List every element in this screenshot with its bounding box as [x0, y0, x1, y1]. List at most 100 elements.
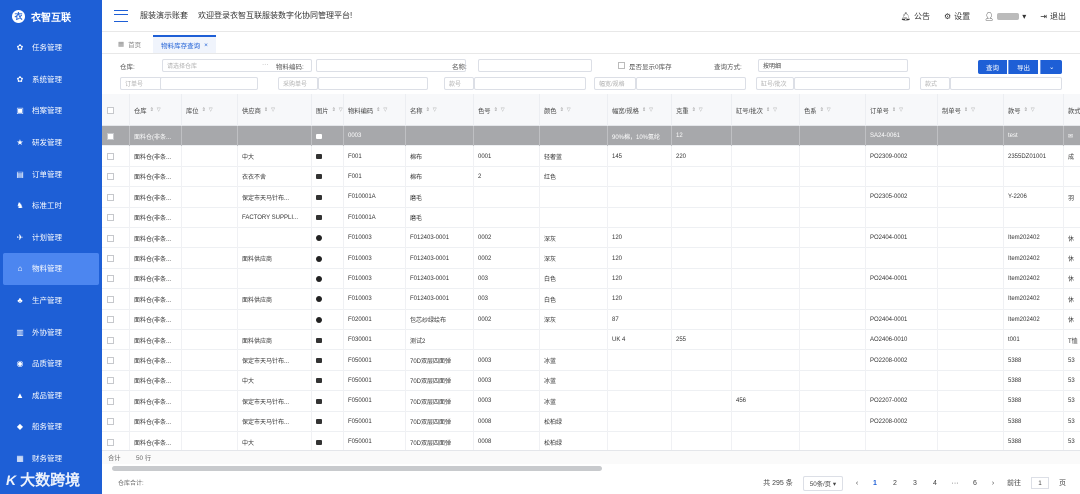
table-row[interactable]: 面料仓(非条... 面料供应商 F030001 测试2 UK 4 255 AO2406-00… — [102, 330, 1080, 351]
sidebar-item-2[interactable]: ▣ 档案管理 — [0, 95, 102, 127]
purchase-no-input[interactable] — [318, 77, 428, 90]
image-icon[interactable] — [316, 358, 322, 364]
order-no-input[interactable] — [160, 77, 258, 90]
user-menu[interactable]: 👤︎ ▾ — [984, 12, 1026, 21]
table-row[interactable]: 面料仓(非条... FACTORY SUPPLI... F010001A 磨毛 — [102, 207, 1080, 228]
more-actions-button[interactable]: ⌄ — [1040, 60, 1063, 74]
sort-icon[interactable]: ⇕ — [1024, 107, 1028, 113]
column-header[interactable]: 缸号/批次 ⇕ ▽ — [732, 94, 800, 126]
filter-icon[interactable]: ▽ — [971, 107, 975, 113]
column-header[interactable]: 仓库 ⇕ ▽ — [130, 94, 182, 126]
sort-icon[interactable]: ⇕ — [426, 107, 430, 113]
row-checkbox[interactable] — [107, 132, 114, 140]
image-icon[interactable] — [316, 439, 322, 445]
column-header[interactable]: 色系 ⇕ ▽ — [800, 94, 866, 126]
style-no-select[interactable]: 款号 — [444, 77, 474, 90]
row-checkbox[interactable] — [107, 438, 114, 446]
close-icon[interactable]: × — [204, 42, 208, 49]
zero-stock-checkbox[interactable] — [618, 62, 625, 69]
sidebar-item-8[interactable]: ♣ 生产管理 — [0, 285, 102, 317]
sort-icon[interactable]: ⇕ — [766, 107, 770, 113]
row-checkbox[interactable] — [107, 193, 114, 201]
sort-icon[interactable]: ⇕ — [692, 107, 696, 113]
column-header[interactable]: 订单号 ⇕ ▽ — [866, 94, 938, 126]
lot-select[interactable]: 缸号/批次 — [756, 77, 794, 90]
filter-icon[interactable]: ▽ — [501, 107, 505, 113]
column-header[interactable]: 图片 ⇕ ▽ — [312, 94, 344, 126]
query-button[interactable]: 查询 — [978, 60, 1007, 74]
image-icon[interactable] — [316, 194, 322, 200]
table-row[interactable]: 面料仓(非条... 保定市天马针布... F050001 70D双层四面弹 0003 冰蓝… — [102, 350, 1080, 371]
row-checkbox[interactable] — [107, 234, 114, 242]
image-placeholder-icon[interactable] — [316, 235, 322, 242]
sidebar-item-7[interactable]: ⌂ 物料管理 — [3, 253, 99, 285]
sort-icon[interactable]: ⇕ — [150, 107, 154, 113]
row-checkbox[interactable] — [107, 275, 114, 283]
table-row[interactable]: 面料仓(非条... F020001 包芯纱绿绘布 0002 深灰 87 PO2404-000… — [102, 309, 1080, 330]
sort-icon[interactable]: ⇕ — [560, 107, 564, 113]
sidebar-item-0[interactable]: ✿ 任务管理 — [0, 32, 102, 64]
sidebar-item-4[interactable]: ▤ 订单管理 — [0, 158, 102, 190]
filter-icon[interactable]: ▽ — [1031, 107, 1035, 113]
image-icon[interactable] — [316, 133, 322, 139]
sort-icon[interactable]: ⇕ — [332, 107, 336, 113]
table-row[interactable]: 面料仓(非条... 中大 F050001 70D双层四面弹 0008 松柏绿 5388 53 — [102, 432, 1080, 450]
menu-fold-icon[interactable] — [114, 9, 128, 22]
image-icon[interactable] — [316, 398, 322, 404]
settings-button[interactable]: ⚙ 设置 — [944, 11, 970, 22]
column-header[interactable]: 颜色 ⇕ ▽ — [540, 94, 608, 126]
column-header[interactable]: 款式⇕▽ — [1064, 94, 1080, 126]
filter-icon[interactable]: ▽ — [649, 107, 653, 113]
table-row[interactable]: 面料仓(非条... 保定市天马针布... F050001 70D双层四面弹 0003 冰蓝… — [102, 391, 1080, 412]
sidebar-item-12[interactable]: ◆ 船务管理 — [0, 411, 102, 443]
style-type-select[interactable]: 款式 — [920, 77, 950, 90]
table-row[interactable]: 面料仓(非条... 保定市天马针布... F010001A 磨毛 PO2305-0002… — [102, 187, 1080, 208]
filter-icon[interactable]: ▽ — [567, 107, 571, 113]
image-icon[interactable] — [316, 419, 322, 425]
row-checkbox[interactable] — [107, 153, 114, 161]
row-checkbox[interactable] — [107, 255, 114, 263]
purchase-no-select[interactable]: 采购单号 — [278, 77, 318, 90]
table-row[interactable]: 面料仓(非条... 衣衣不舍 F001 棉布 2 红色 — [102, 166, 1080, 188]
row-checkbox[interactable] — [107, 214, 114, 222]
column-header[interactable]: 幅宽/规格 ⇕ ▽ — [608, 94, 672, 126]
image-icon[interactable] — [316, 337, 322, 343]
sidebar-item-5[interactable]: ♞ 标准工时 — [0, 190, 102, 222]
name-input[interactable] — [478, 59, 592, 72]
table-row[interactable]: 面料仓(非条... 保定市天马针布... F050001 70D双层四面弹 0008 松柏… — [102, 411, 1080, 432]
filter-icon[interactable]: ▽ — [827, 107, 831, 113]
sort-icon[interactable]: ⇕ — [264, 107, 268, 113]
row-checkbox[interactable] — [107, 397, 114, 405]
sidebar-item-6[interactable]: ✈ 计划管理 — [0, 222, 102, 254]
row-checkbox[interactable] — [107, 418, 114, 426]
image-icon[interactable] — [316, 174, 322, 180]
order-no-select[interactable]: 订单号 — [120, 77, 162, 90]
row-checkbox[interactable] — [107, 336, 114, 344]
image-icon[interactable] — [316, 215, 322, 221]
style-type-input[interactable] — [950, 77, 1062, 90]
sort-icon[interactable]: ⇕ — [202, 107, 206, 113]
filter-icon[interactable]: ▽ — [699, 107, 703, 113]
row-checkbox[interactable] — [107, 377, 114, 385]
sort-icon[interactable]: ⇕ — [964, 107, 968, 113]
sort-icon[interactable]: ⇕ — [820, 107, 824, 113]
sidebar-item-3[interactable]: ★ 研发管理 — [0, 127, 102, 159]
spec-input[interactable] — [636, 77, 746, 90]
row-checkbox[interactable] — [107, 173, 114, 181]
spec-select[interactable]: 幅宽/规格 — [594, 77, 636, 90]
next-page-icon[interactable]: › — [989, 480, 997, 487]
tab-material-stock[interactable]: 物料库存查询 × — [153, 35, 216, 53]
app-logo[interactable]: 衣 衣智互联 — [0, 0, 102, 32]
filter-icon[interactable]: ▽ — [209, 107, 213, 113]
filter-icon[interactable]: ▽ — [157, 107, 161, 113]
filter-icon[interactable]: ▽ — [773, 107, 777, 113]
notice-button[interactable]: 🔔︎ 公告 — [901, 11, 930, 22]
sort-icon[interactable]: ⇕ — [892, 107, 896, 113]
filter-icon[interactable]: ▽ — [339, 107, 343, 113]
image-placeholder-icon[interactable] — [316, 316, 322, 323]
prev-page-icon[interactable]: ‹ — [853, 480, 861, 487]
page-number[interactable]: 3 — [911, 480, 919, 487]
table-row[interactable]: 面料仓(非条... 中大 F001 棉布 0001 轻奢蓝 145 220 PO2309-000… — [102, 146, 1080, 167]
column-header[interactable]: 克重 ⇕ ▽ — [672, 94, 732, 126]
scrollbar-thumb[interactable] — [112, 466, 602, 471]
